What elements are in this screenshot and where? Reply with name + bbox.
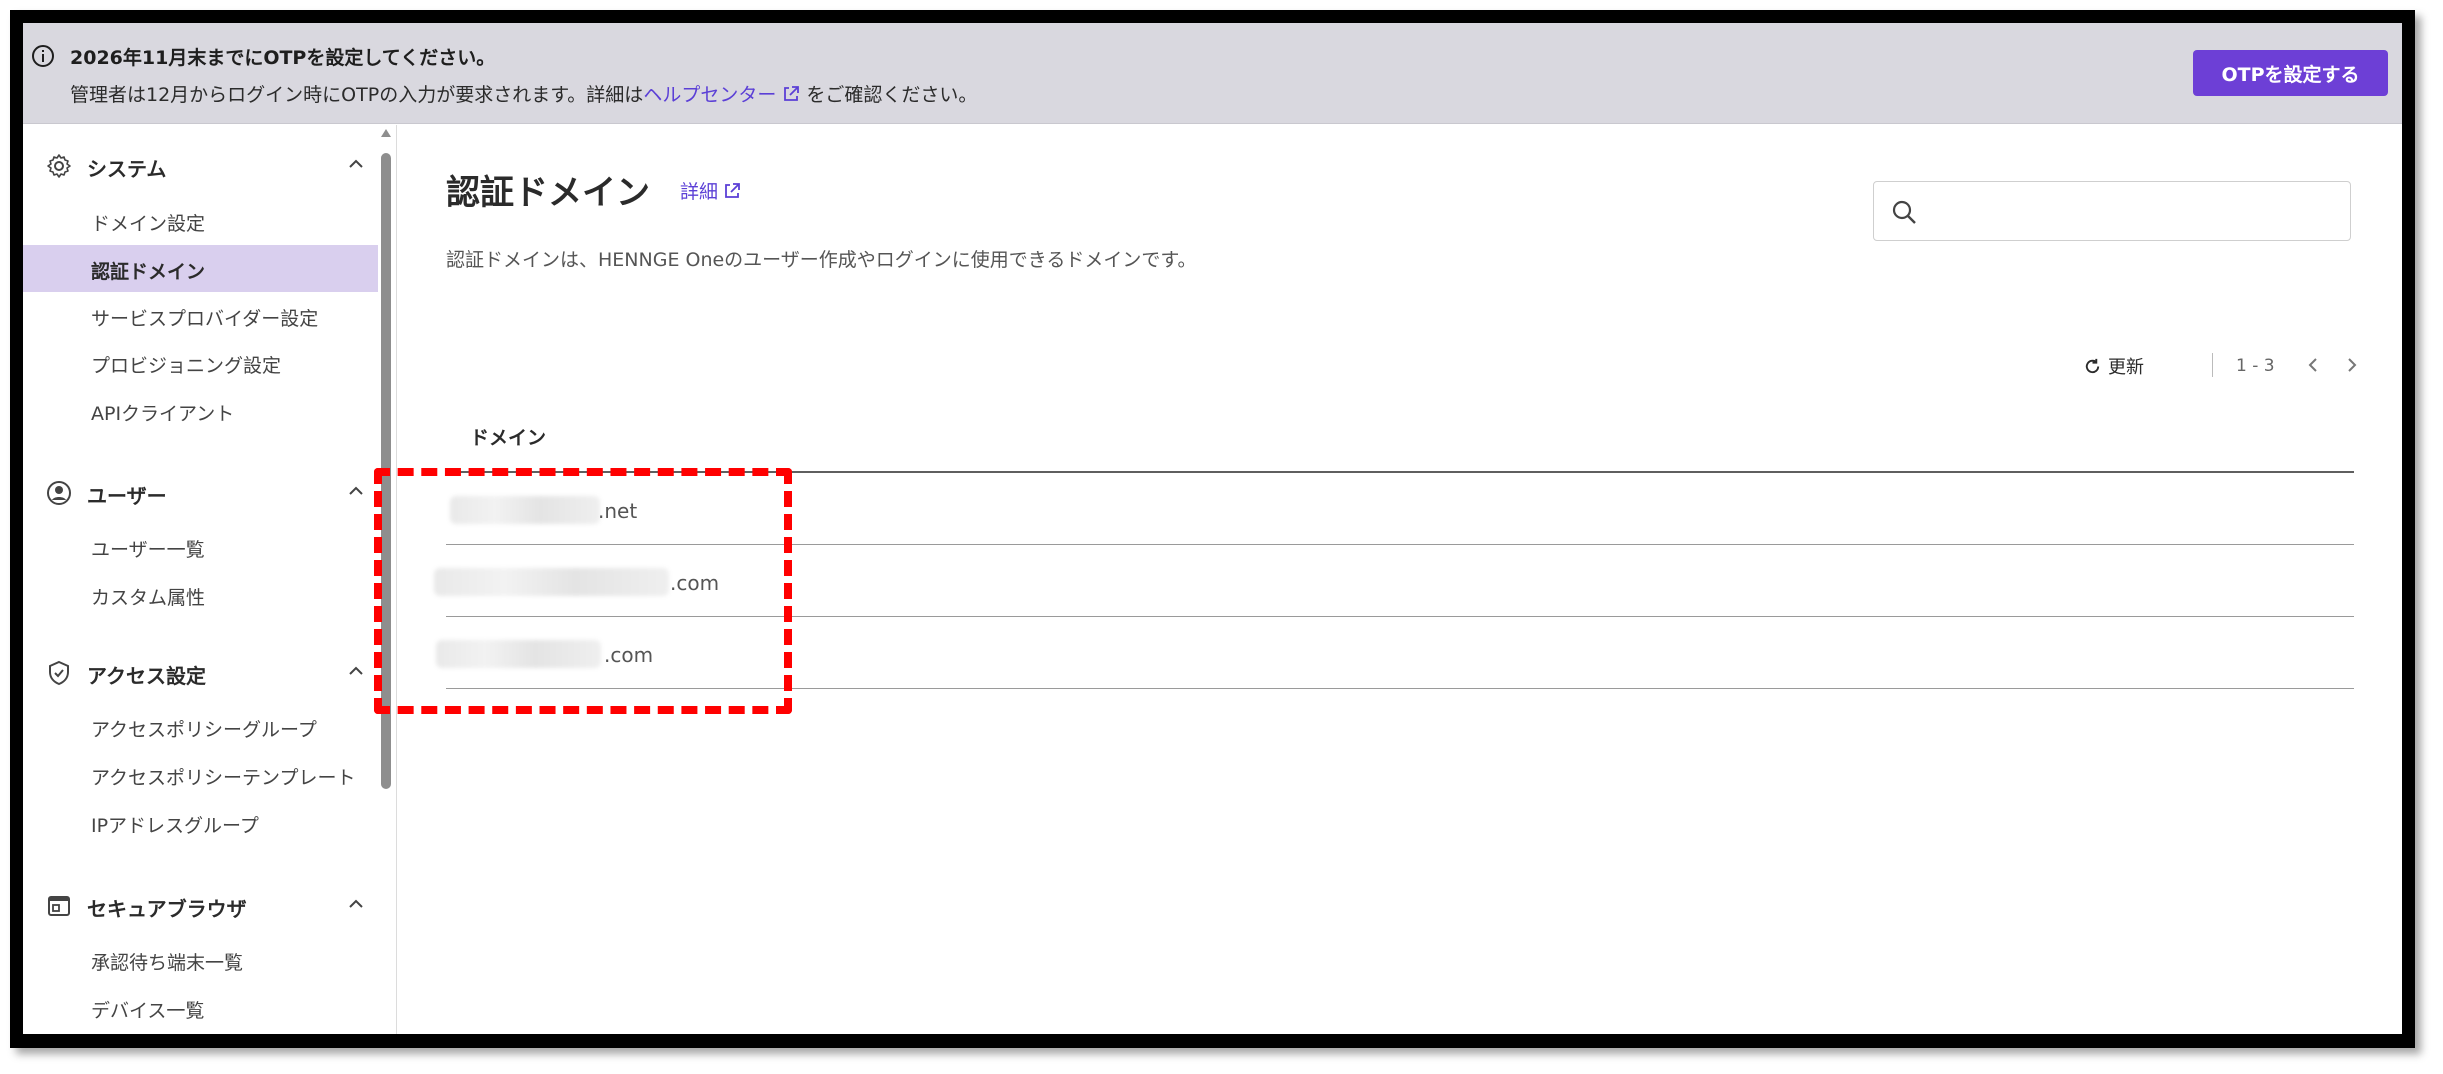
sidebar-section-system[interactable]: システム (23, 147, 373, 183)
otp-notice-banner: 2026年11月末までにOTPを設定してください。 管理者は12月からログイン時… (23, 23, 2402, 124)
sidebar-item-label: IPアドレスグループ (91, 815, 259, 837)
refresh-label[interactable]: 更新 (2108, 357, 2144, 378)
chevron-right-icon[interactable] (2344, 355, 2360, 375)
refresh-icon (2085, 358, 2100, 374)
sidebar-item-user-list[interactable]: ユーザー一覧 (23, 523, 378, 570)
browser-window-icon (48, 896, 70, 916)
sidebar-section-users[interactable]: ユーザー (23, 474, 373, 510)
sidebar-item-label: アクセスポリシーグループ (91, 719, 317, 741)
chevron-left-icon[interactable] (2305, 355, 2321, 375)
chevron-up-icon[interactable] (349, 486, 363, 496)
pagination-range: 1 - 3 (2236, 356, 2275, 376)
sidebar-section-secure-browser[interactable]: セキュアブラウザ (23, 887, 373, 923)
chevron-up-icon[interactable] (349, 899, 363, 909)
toolbar-divider (2212, 353, 2213, 377)
search-input[interactable] (1930, 192, 2330, 230)
sidebar-item-label: 承認待ち端末一覧 (91, 952, 244, 974)
sidebar-section-label: セキュアブラウザ (87, 897, 247, 921)
page-title: 認証ドメイン (446, 173, 650, 213)
sidebar-section-access[interactable]: アクセス設定 (23, 654, 373, 690)
sidebar-item-ip-address-group[interactable]: IPアドレスグループ (23, 799, 378, 846)
banner-title: 2026年11月末までにOTPを設定してください。 (70, 47, 496, 69)
sidebar-item-label: アクセスポリシーテンプレート (91, 767, 356, 789)
red-dashed-annotation (374, 468, 792, 714)
chevron-up-icon[interactable] (349, 666, 363, 676)
search-icon (1892, 200, 1916, 224)
sidebar-item-label: APIクライアント (91, 403, 235, 425)
banner-description: 管理者は12月からログイン時にOTPの入力が要求されます。詳細はヘルプセンター を… (70, 80, 977, 107)
sidebar-item-access-policy-template[interactable]: アクセスポリシーテンプレート (23, 751, 378, 798)
sidebar-item-provisioning[interactable]: プロビジョニング設定 (23, 339, 378, 386)
external-link-icon[interactable] (723, 182, 741, 200)
banner-desc-suffix: をご確認ください。 (806, 84, 978, 106)
shield-check-icon (49, 660, 69, 686)
sidebar-item-label: デバイス一覧 (91, 1000, 205, 1022)
sidebar-item-service-provider[interactable]: サービスプロバイダー設定 (23, 292, 378, 339)
page-description: 認証ドメインは、HENNGE Oneのユーザー作成やログインに使用できるドメイン… (446, 249, 1197, 271)
external-link-icon[interactable] (782, 85, 800, 103)
detail-link-label[interactable]: 詳細 (680, 181, 718, 203)
help-center-link[interactable]: ヘルプセンター (643, 84, 806, 106)
help-center-link-label[interactable]: ヘルプセンター (643, 84, 776, 106)
chevron-up-icon[interactable] (349, 159, 363, 169)
sidebar-item-label: プロビジョニング設定 (91, 355, 282, 377)
sidebar-item-label: ドメイン設定 (91, 213, 206, 235)
sidebar-item-access-policy-group[interactable]: アクセスポリシーグループ (23, 703, 378, 750)
sidebar-section-label: アクセス設定 (87, 664, 206, 688)
sidebar-item-label: ユーザー一覧 (91, 539, 205, 561)
sidebar-item-api-client[interactable]: APIクライアント (23, 387, 378, 434)
refresh-button[interactable]: 更新 (2083, 353, 2144, 379)
info-icon (32, 45, 54, 67)
gear-icon (47, 154, 71, 178)
set-otp-button[interactable]: OTPを設定する (2193, 50, 2388, 96)
sidebar-section-label: ユーザー (87, 484, 167, 508)
scrollbar-up-arrow-icon[interactable] (381, 129, 391, 137)
sidebar-item-custom-attributes[interactable]: カスタム属性 (23, 571, 378, 618)
app-window: 2026年11月末までにOTPを設定してください。 管理者は12月からログイン時… (23, 23, 2402, 1034)
column-header-domain[interactable]: ドメイン (470, 423, 546, 450)
user-circle-icon (47, 481, 71, 505)
detail-link[interactable]: 詳細 (680, 177, 741, 204)
sidebar-item-auth-domain[interactable]: 認証ドメイン (23, 245, 378, 292)
sidebar-item-label: サービスプロバイダー設定 (91, 308, 319, 330)
main-content: 認証ドメイン 詳細 認証ドメインは、HENNGE Oneのユーザー作成やログイン… (374, 125, 2402, 1034)
sidebar-item-domain-settings[interactable]: ドメイン設定 (23, 197, 378, 244)
sidebar-item-device-list[interactable]: デバイス一覧 (23, 984, 378, 1031)
sidebar-item-label: カスタム属性 (91, 587, 206, 609)
search-box[interactable] (1873, 181, 2351, 241)
sidebar-section-label: システム (87, 157, 167, 181)
sidebar-item-label: 認証ドメイン (91, 261, 206, 283)
banner-desc-prefix: 管理者は12月からログイン時にOTPの入力が要求されます。詳細は (70, 84, 644, 106)
sidebar-item-pending-devices[interactable]: 承認待ち端末一覧 (23, 936, 378, 983)
sidebar: システム ドメイン設定 認証ドメイン サービスプロバイダー設定 プロビジョニング… (23, 125, 397, 1034)
